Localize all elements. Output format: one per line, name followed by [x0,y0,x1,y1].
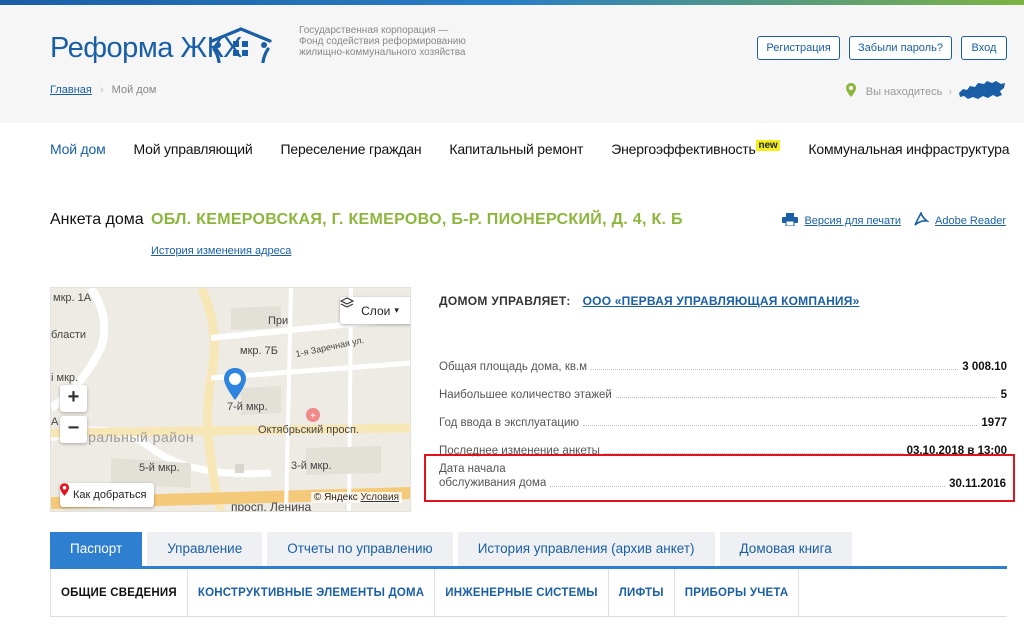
address-history-link[interactable]: История изменения адреса [151,245,291,257]
nav-energy-efficiency[interactable]: Энергоэффективность new [611,140,781,157]
property-row: Общая площадь дома, кв.м 3 008.10 [439,361,1007,373]
map-label: Октябрьский просп. [258,424,359,436]
map-label: і мкр. [51,372,79,384]
managed-by-label: ДОМОМ УПРАВЛЯЕТ: [439,294,571,308]
login-button[interactable]: Вход [961,36,1007,60]
tab-management[interactable]: Управление [147,532,263,566]
location-selector[interactable]: Вы находитесь › [845,79,1006,104]
logo-house-icon[interactable] [208,27,274,68]
page-title: Анкета дома [50,211,144,228]
map-copyright: © Яндекс Условия [310,492,402,503]
location-pin-icon [845,83,856,100]
property-row: Последнее изменение анкеты 03.10.2018 в 1… [439,445,1007,457]
subtab-elevators[interactable]: ЛИФТЫ [609,569,675,617]
map-label: 5-й мкр. [139,462,180,474]
subtab-engineering-systems[interactable]: ИНЖЕНЕРНЫЕ СИСТЕМЫ [435,569,609,617]
map-label: бласти [51,329,87,341]
subtab-general-info[interactable]: ОБЩИЕ СВЕДЕНИЯ [50,569,188,617]
nav-my-manager[interactable]: Мой управляющий [134,141,253,157]
svg-text:+: + [310,411,316,422]
nav-capital-repair[interactable]: Капитальный ремонт [449,141,583,157]
property-row: Год ввода в эксплуатацию 1977 [439,417,1007,429]
register-button[interactable]: Регистрация [757,36,840,60]
breadcrumb: Главная › Мой дом [50,84,156,96]
breadcrumb-separator: › [99,84,104,96]
map-layers-button[interactable]: Слои ▾ [340,297,410,324]
sub-tabs: ОБЩИЕ СВЕДЕНИЯ КОНСТРУКТИВНЫЕ ЭЛЕМЕНТЫ Д… [50,569,1007,617]
management-company-link[interactable]: ООО «ПЕРВАЯ УПРАВЛЯЮЩАЯ КОМПАНИЯ» [583,294,860,308]
chevron-down-icon: ▾ [394,305,399,315]
map-zoom-out-button[interactable]: − [60,416,87,443]
map-label: А [51,416,59,428]
map-label: При [268,315,289,327]
map-district-label: нтральный район [73,429,195,445]
location-text: Вы находитесь [865,85,943,98]
house-properties: Общая площадь дома, кв.м 3 008.10 Наиболь… [439,345,1007,457]
main-tabs: Паспорт Управление Отчеты по управлению … [50,532,852,566]
print-links: Версия для печати Adobe Reader [782,210,1006,229]
tab-passport[interactable]: Паспорт [50,532,143,566]
subtab-meters[interactable]: ПРИБОРЫ УЧЕТА [675,569,800,617]
nav-my-home[interactable]: Мой дом [50,141,106,157]
route-label: Как добраться [73,489,147,501]
map-zoom-in-button[interactable]: + [60,385,87,412]
highlighted-service-start-date: Дата начала обслуживания дома 30.11.2016 [424,454,1015,502]
subtab-structural-elements[interactable]: КОНСТРУКТИВНЫЕ ЭЛЕМЕНТЫ ДОМА [188,569,436,617]
breadcrumb-home-link[interactable]: Главная [50,84,92,96]
map-label: просп. Ленина [231,500,312,512]
forgot-password-button[interactable]: Забыли пароль? [849,36,952,60]
map-terms-link[interactable]: Условия [360,492,399,503]
print-version-link[interactable]: Версия для печати [804,215,901,227]
tab-management-reports[interactable]: Отчеты по управлению [267,532,453,566]
map-label: 3-й мкр. [291,460,332,472]
map-layers-label: Слои [361,303,391,318]
map-label: мкр. 1А [53,292,92,304]
map-label: мкр. 7Б [240,345,278,357]
corporation-description: Государственная корпорация — Фонд содейс… [299,25,466,58]
adobe-reader-link[interactable]: Adobe Reader [935,215,1006,227]
main-navigation: Мой дом Мой управляющий Переселение граж… [50,140,1010,157]
location-separator: › [948,85,952,98]
nav-resettlement[interactable]: Переселение граждан [281,141,422,157]
breadcrumb-current: Мой дом [111,84,157,96]
map-label: 7-й мкр. [227,401,268,413]
house-address: ОБЛ. КЕМЕРОВСКАЯ, Г. КЕМЕРОВО, Б-Р. ПИОН… [151,211,683,228]
russia-map-icon [958,79,1006,104]
map-route-button[interactable]: Как добраться [60,483,155,507]
property-row: Наибольшее количество этажей 5 [439,389,1007,401]
new-badge: new [755,140,781,151]
site-header: Реформа ЖКХ Государственная корпорация —… [0,5,1024,123]
location-map[interactable]: + мкр. 1А бласти При мкр. 7Б 1-я Заречна… [50,287,411,512]
printer-icon [782,212,799,229]
adobe-reader-icon [913,210,930,229]
managed-by: ДОМОМ УПРАВЛЯЕТ: ООО «ПЕРВАЯ УПРАВЛЯЮЩАЯ… [439,294,859,308]
nav-communal-infrastructure[interactable]: Коммунальная инфраструктура [808,141,1009,157]
tab-management-history[interactable]: История управления (архив анкет) [457,532,715,566]
tab-house-book[interactable]: Домовая книга [719,532,852,566]
